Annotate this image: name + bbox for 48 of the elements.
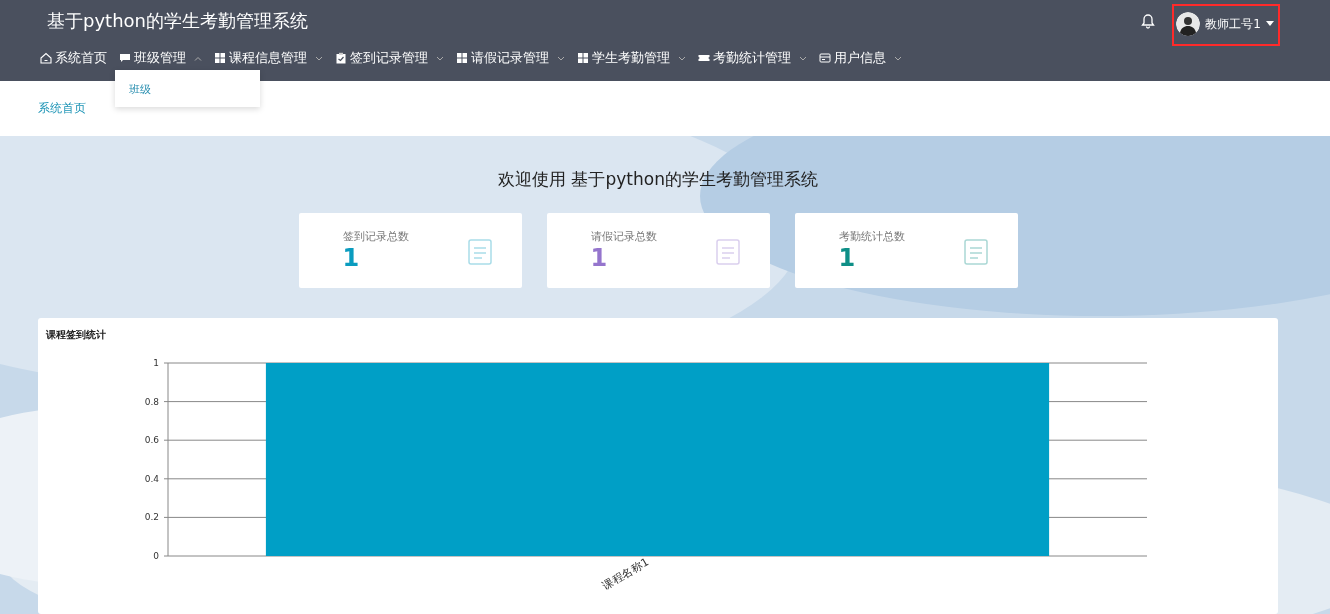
nav-menu-item[interactable]: 考勤统计管理 — [698, 47, 807, 69]
chat-icon — [119, 52, 131, 64]
stat-value: 1 — [838, 244, 857, 272]
grid-icon — [214, 52, 226, 64]
grid-icon — [577, 52, 589, 64]
chevron-down-icon — [557, 55, 565, 61]
y-tick-label: 1 — [153, 358, 159, 368]
stat-value: 1 — [342, 244, 361, 272]
stat-label: 考勤统计总数 — [838, 229, 905, 244]
nav-menu-item[interactable]: 系统首页 — [40, 47, 107, 69]
chart-title: 课程签到统计 — [46, 328, 107, 342]
avatar-icon[interactable] — [1176, 12, 1201, 36]
chevron-down-icon — [678, 55, 686, 61]
chevron-down-icon — [799, 55, 807, 61]
card-icon — [819, 52, 831, 64]
nav-menu-item[interactable]: 用户信息 — [819, 47, 902, 69]
y-tick-label: 0 — [153, 551, 159, 561]
nav-menu-item[interactable]: 签到记录管理 — [335, 47, 444, 69]
document-icon — [963, 236, 988, 265]
chevron-up-icon — [194, 55, 202, 61]
dropdown-item[interactable]: 班级 — [115, 80, 165, 99]
bell-icon[interactable] — [1140, 13, 1157, 29]
y-tick-label: 0.2 — [144, 512, 159, 523]
stat-value: 1 — [590, 244, 609, 272]
stat-label: 签到记录总数 — [342, 229, 409, 244]
nav-menu-item[interactable]: 学生考勤管理 — [577, 47, 686, 69]
stat-label: 请假记录总数 — [590, 229, 657, 244]
chevron-down-icon — [436, 55, 444, 61]
y-tick-label: 0.4 — [144, 473, 159, 484]
ticket-icon — [698, 52, 710, 64]
nav-menu-item[interactable]: 课程信息管理 — [214, 47, 323, 69]
welcome-heading: 欢迎使用 基于python的学生考勤管理系统 — [498, 168, 818, 191]
caret-icon[interactable] — [1266, 21, 1274, 27]
chevron-down-icon — [315, 55, 323, 61]
clipboard-icon — [335, 52, 347, 64]
home-icon — [40, 52, 52, 64]
nav-menu-item[interactable]: 请假记录管理 — [456, 47, 565, 69]
document-icon — [467, 236, 492, 265]
chevron-down-icon — [894, 55, 902, 61]
y-tick-label: 0.6 — [144, 435, 159, 446]
y-tick-label: 0.8 — [144, 396, 159, 407]
x-tick-label: 课程名称1 — [600, 555, 651, 593]
nav-menu-item[interactable]: 班级管理 — [119, 47, 202, 69]
document-icon — [715, 236, 740, 265]
grid-icon — [456, 52, 468, 64]
user-name[interactable]: 教师工号1 — [1205, 15, 1261, 33]
breadcrumb-link[interactable]: 系统首页 — [38, 100, 86, 117]
app-title: 基于python的学生考勤管理系统 — [47, 9, 308, 33]
